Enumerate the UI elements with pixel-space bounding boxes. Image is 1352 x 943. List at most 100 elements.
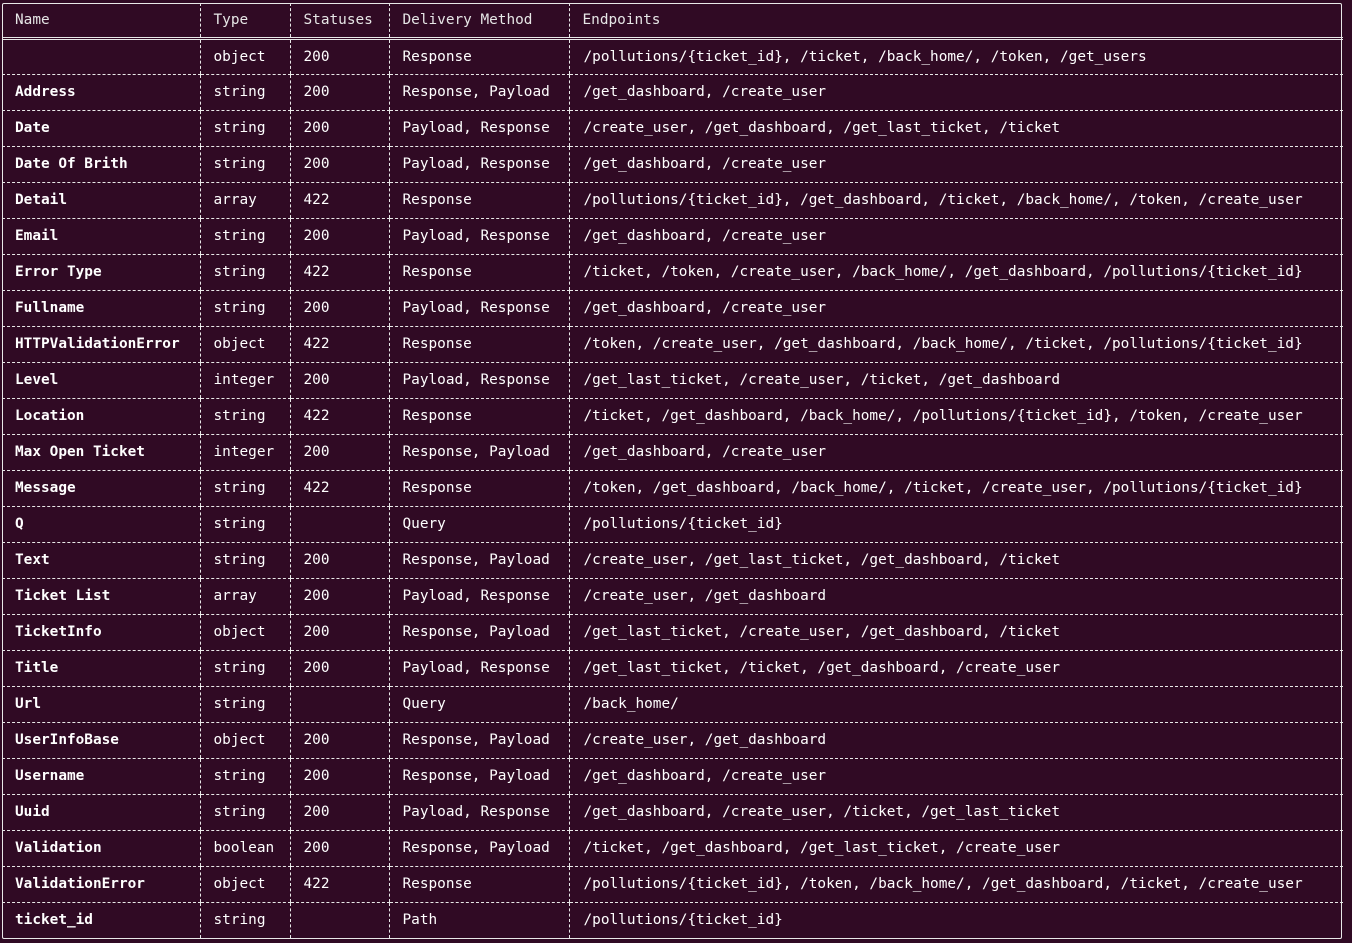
cell-endpoints: /get_last_ticket, /create_user, /get_das… (568, 614, 1343, 651)
cell-delivery-method: Payload, Response (388, 146, 569, 183)
cell-statuses: 200 (289, 722, 389, 759)
cell-statuses: 200 (289, 218, 389, 255)
cell-statuses: 200 (289, 650, 389, 687)
cell-type: string (199, 758, 290, 795)
cell-delivery-method: Response (388, 326, 569, 363)
cell-endpoints: /pollutions/{ticket_id} (568, 902, 1343, 938)
cell-delivery-method: Response (388, 182, 569, 219)
cell-statuses: 200 (289, 110, 389, 147)
cell-type: string (199, 686, 290, 723)
cell-type: string (199, 290, 290, 327)
cell-name: Fullname (2, 290, 200, 327)
cell-endpoints: /create_user, /get_last_ticket, /get_das… (568, 542, 1343, 579)
cell-type: integer (199, 362, 290, 399)
cell-delivery-method: Payload, Response (388, 110, 569, 147)
table-row: Date string 200 Payload, Response/create_us… (2, 110, 1343, 147)
cell-type: string (199, 470, 290, 507)
cell-endpoints: /get_dashboard, /create_user (568, 290, 1343, 327)
cell-statuses: 200 (289, 434, 389, 471)
table-row: object 200 Response/pollutions/{ticket_id}… (2, 38, 1343, 75)
table-row: Level integer 200 Payload, Response/get_las… (2, 362, 1343, 399)
table-row: Username string 200 Response, Payload/get_d… (2, 758, 1343, 795)
cell-statuses (289, 902, 389, 938)
cell-type: string (199, 506, 290, 543)
cell-type: string (199, 902, 290, 938)
cell-statuses: 200 (289, 290, 389, 327)
cell-statuses: 200 (289, 362, 389, 399)
cell-type: string (199, 218, 290, 255)
cell-name (2, 38, 200, 75)
table-row: Message string 422 Response/token, /get_das… (2, 470, 1343, 507)
column-header-name: Name (2, 3, 200, 40)
cell-delivery-method: Response, Payload (388, 830, 569, 867)
cell-delivery-method: Response, Payload (388, 614, 569, 651)
cell-type: object (199, 722, 290, 759)
cell-endpoints: /pollutions/{ticket_id}, /token, /back_h… (568, 866, 1343, 903)
cell-type: string (199, 254, 290, 291)
table-row: Qstring Query/pollutions/{ticket_id} (2, 506, 1343, 543)
table-header-row: Name Type Statuses Delivery Method Endpo… (2, 3, 1343, 40)
cell-endpoints: /pollutions/{ticket_id}, /ticket, /back_… (568, 38, 1343, 75)
cell-type: string (199, 110, 290, 147)
cell-name: Max Open Ticket (2, 434, 200, 471)
cell-delivery-method: Response, Payload (388, 74, 569, 111)
cell-delivery-method: Query (388, 686, 569, 723)
table-row: UserInfoBase object 200 Response, Payload/c… (2, 722, 1343, 759)
cell-name: Message (2, 470, 200, 507)
cell-name: Text (2, 542, 200, 579)
table-row: Url string Query/back_home/ (2, 686, 1343, 723)
cell-endpoints: /get_last_ticket, /ticket, /get_dashboar… (568, 650, 1343, 687)
cell-name: Username (2, 758, 200, 795)
cell-name: Ticket List (2, 578, 200, 615)
cell-type: boolean (199, 830, 290, 867)
table-row: ValidationError object 422 Response/polluti… (2, 866, 1343, 903)
cell-endpoints: /get_dashboard, /create_user, /ticket, /… (568, 794, 1343, 831)
cell-delivery-method: Response, Payload (388, 542, 569, 579)
cell-delivery-method: Payload, Response (388, 794, 569, 831)
cell-type: string (199, 398, 290, 435)
table-row: Validation boolean 200 Response, Payload/ti… (2, 830, 1343, 867)
cell-name: ticket_id (15, 912, 93, 929)
cell-name: Validation (2, 830, 200, 867)
table-row: Uuid string 200 Payload, Response/get_dashb… (2, 794, 1343, 831)
table-row: Text string 200 Response, Payload/create_us… (2, 542, 1343, 579)
cell-endpoints: /ticket, /get_dashboard, /back_home/, /p… (568, 398, 1343, 435)
cell-type: string (199, 146, 290, 183)
cell-delivery-method: Response (388, 38, 569, 75)
table-row: Title string 200 Payload, Response/get_last… (2, 650, 1343, 687)
cell-name: Title (2, 650, 200, 687)
cell-statuses: 200 (289, 830, 389, 867)
cell-name: Email (2, 218, 200, 255)
cell-delivery-method: Payload, Response (388, 650, 569, 687)
table-row: Max Open Ticket integer 200 Response, Paylo… (2, 434, 1343, 471)
cell-endpoints: /create_user, /get_dashboard, /get_last_… (568, 110, 1343, 147)
cell-type: object (199, 326, 290, 363)
cell-statuses: 200 (289, 146, 389, 183)
table-row: Fullname string 200 Payload, Response/get_d… (2, 290, 1343, 327)
cell-statuses: 422 (289, 182, 389, 219)
cell-endpoints: /token, /create_user, /get_dashboard, /b… (568, 326, 1343, 363)
cell-endpoints: /ticket, /get_dashboard, /get_last_ticke… (568, 830, 1343, 867)
table-row: Email string 200 Payload, Response/get_dash… (2, 218, 1343, 255)
cell-type: array (199, 182, 290, 219)
table-row: TicketInfo object 200 Response, Payload/get… (2, 614, 1343, 651)
cell-statuses: 200 (289, 794, 389, 831)
cell-type: object (199, 38, 290, 75)
cell-name: TicketInfo (2, 614, 200, 651)
cell-endpoints: /pollutions/{ticket_id} (568, 506, 1343, 543)
cell-statuses: 200 (289, 38, 389, 75)
cell-endpoints: /back_home/ (568, 686, 1343, 723)
column-header-endpoints: Endpoints (568, 3, 1343, 40)
cell-endpoints: /get_dashboard, /create_user (568, 434, 1343, 471)
cell-type: string (199, 542, 290, 579)
cell-endpoints: /get_last_ticket, /create_user, /ticket,… (568, 362, 1343, 399)
cell-type: object (199, 614, 290, 651)
schema-table: Name Type Statuses Delivery Method Endpo… (2, 3, 1343, 938)
cell-statuses (289, 686, 389, 723)
cell-statuses: 422 (289, 866, 389, 903)
cell-delivery-method: Response, Payload (388, 758, 569, 795)
table-row: Ticket List array 200 Payload, Response/cre… (2, 578, 1343, 615)
cell-name: Location (2, 398, 200, 435)
cell-name: Date (2, 110, 200, 147)
cell-name: Date Of Brith (2, 146, 200, 183)
